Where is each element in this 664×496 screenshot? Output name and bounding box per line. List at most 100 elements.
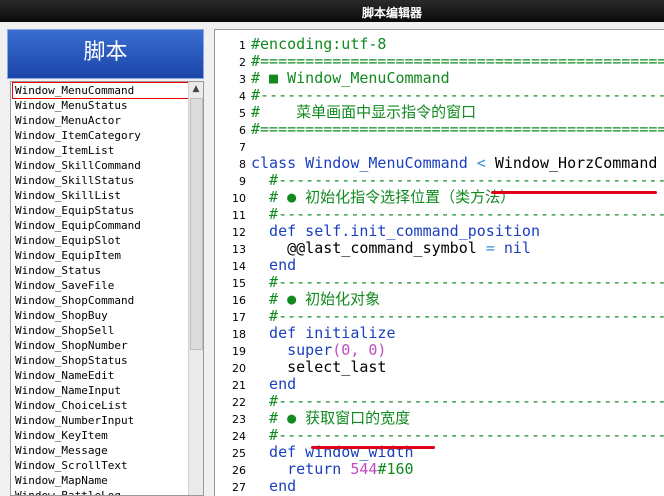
script-list-item[interactable]: Window_KeyItem	[13, 428, 191, 443]
code-token: # 菜单画面中显示指令的窗口	[251, 103, 477, 121]
script-list-scrollbar[interactable]: ▲	[188, 82, 203, 495]
script-panel: 脚本 Window_MenuCommand Window_MenuStatus Wi…	[7, 29, 204, 496]
line-number: 9	[239, 175, 246, 188]
line-number: 25	[232, 447, 246, 460]
line-number: 8	[239, 158, 246, 171]
code-token: # ● 初始化对象	[251, 290, 381, 308]
script-list-item[interactable]: Window_SkillStatus	[13, 173, 191, 188]
code-token: return	[251, 460, 351, 478]
script-list-item[interactable]: Window_MenuStatus	[13, 98, 191, 113]
script-list-item[interactable]: Window_EquipSlot	[13, 233, 191, 248]
script-list-item[interactable]: Window_ItemList	[13, 143, 191, 158]
code-token: #---------------------------------------…	[269, 426, 664, 444]
script-list-item[interactable]: Window_MenuActor	[13, 113, 191, 128]
script-list[interactable]: Window_MenuCommand Window_MenuStatus Windo…	[10, 81, 204, 496]
code-line: end	[251, 376, 296, 393]
code-line: # ● 初始化指令选择位置（类方法）	[251, 189, 515, 206]
code-line: #encoding:utf-8	[251, 36, 386, 53]
script-list-item[interactable]: Window_EquipItem	[13, 248, 191, 263]
code-line: @@last_command_symbol = nil	[251, 240, 531, 257]
script-list-header: 脚本	[7, 29, 204, 79]
script-list-item[interactable]: Window_NameEdit	[13, 368, 191, 383]
script-list-item[interactable]: Window_MapName	[13, 473, 191, 488]
code-token: (0, 0)	[332, 341, 387, 359]
code-token: #---------------------------------------…	[269, 171, 664, 189]
script-list-item[interactable]: Window_SkillList	[13, 188, 191, 203]
code-line: #---------------------------------------…	[251, 206, 664, 223]
code-token: #=======================================…	[251, 120, 664, 138]
code-line: def self.init_command_position	[251, 223, 540, 240]
editor-window: 脚本 Window_MenuCommand Window_MenuStatus Wi…	[0, 22, 664, 496]
code-token: # ● 初始化指令选择位置（类方法）	[251, 188, 516, 206]
line-number: 3	[239, 73, 246, 86]
scroll-up-icon[interactable]: ▲	[189, 82, 203, 96]
script-list-item[interactable]: Window_Status	[13, 263, 191, 278]
script-list-item[interactable]: Window_SaveFile	[13, 278, 191, 293]
line-number: 27	[232, 481, 246, 494]
code-token: #---------------------------------------…	[269, 392, 664, 410]
code-line: #---------------------------------------…	[251, 308, 664, 325]
script-list-item[interactable]: Window_ShopSell	[13, 323, 191, 338]
line-number: 6	[239, 124, 246, 137]
annotation-underline-class	[491, 191, 657, 194]
window-title: 脚本编辑器	[361, 6, 422, 20]
line-number: 5	[239, 107, 246, 120]
code-line: end	[251, 257, 296, 274]
line-number: 18	[232, 328, 246, 341]
code-token: 544	[350, 460, 378, 478]
code-token: <	[476, 154, 486, 172]
script-list-item[interactable]: Window_ShopStatus	[13, 353, 191, 368]
line-number: 14	[232, 260, 246, 273]
code-token: # ● 获取窗口的宽度	[251, 409, 411, 427]
code-token: @@last_command_symbol	[251, 239, 486, 257]
code-token: #---------------------------------------…	[251, 86, 664, 104]
title-bar: 脚本编辑器	[0, 0, 664, 22]
line-number: 21	[232, 379, 246, 392]
code-line: return 544#160	[251, 460, 413, 478]
annotation-underline-width-comment	[311, 446, 435, 449]
line-number: 16	[232, 294, 246, 307]
line-number: 20	[232, 362, 246, 375]
line-number: 13	[232, 243, 246, 256]
line-number: 15	[232, 277, 246, 290]
script-list-item[interactable]: Window_BattleLog	[13, 488, 191, 495]
scroll-thumb[interactable]	[190, 98, 203, 350]
script-list-item[interactable]: Window_ShopCommand	[13, 293, 191, 308]
code-token: end	[251, 477, 297, 495]
code-token: nil	[494, 239, 531, 257]
code-editor[interactable]: 1 2 3 4 5 6 7 8 9 10 11 12 13 14 15 16 17 18 19 20 21 22 23 24 2…	[214, 29, 664, 496]
code-token: end	[251, 375, 297, 393]
code-token: def self.init_command_position	[251, 222, 540, 240]
script-list-items: Window_MenuCommand Window_MenuStatus Windo…	[12, 82, 192, 495]
script-list-item[interactable]: Window_ScrollText	[13, 458, 191, 473]
code-line: #---------------------------------------…	[251, 172, 664, 189]
code-token: #encoding:utf-8	[251, 35, 387, 53]
code-line: class Window_MenuCommand < Window_HorzCo…	[251, 155, 657, 172]
script-list-item[interactable]: Window_ChoiceList	[13, 398, 191, 413]
code-line: #---------------------------------------…	[251, 274, 664, 291]
code-line: #=======================================…	[251, 121, 664, 138]
script-list-item[interactable]: Window_MenuCommand	[12, 82, 192, 99]
line-number: 19	[232, 345, 246, 358]
code-token: select_last	[251, 358, 387, 376]
script-list-item[interactable]: Window_NameInput	[13, 383, 191, 398]
script-list-item[interactable]: Window_Message	[13, 443, 191, 458]
line-number: 4	[239, 90, 246, 103]
code-token: # ■ Window_MenuCommand	[251, 69, 450, 87]
script-list-item[interactable]: Window_SkillCommand	[13, 158, 191, 173]
line-number: 24	[232, 430, 246, 443]
code-line: select_last	[251, 359, 386, 376]
code-line: super(0, 0)	[251, 342, 386, 359]
script-list-item[interactable]: Window_ShopBuy	[13, 308, 191, 323]
line-number: 7	[239, 141, 246, 154]
code-token: #---------------------------------------…	[269, 307, 664, 325]
script-list-item[interactable]: Window_ItemCategory	[13, 128, 191, 143]
script-list-item[interactable]: Window_EquipStatus	[13, 203, 191, 218]
line-number: 22	[232, 396, 246, 409]
code-line: def initialize	[251, 325, 395, 342]
script-list-item[interactable]: Window_ShopNumber	[13, 338, 191, 353]
code-token: #=======================================…	[251, 52, 664, 70]
script-list-item[interactable]: Window_EquipCommand	[13, 218, 191, 233]
line-number: 2	[239, 56, 246, 69]
script-list-item[interactable]: Window_NumberInput	[13, 413, 191, 428]
